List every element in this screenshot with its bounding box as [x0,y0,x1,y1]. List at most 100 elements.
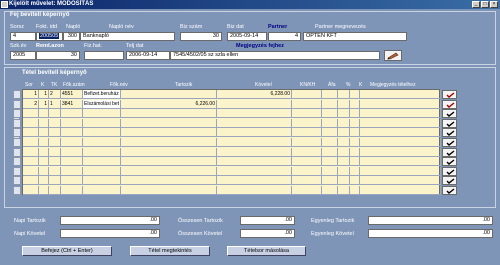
table-cell[interactable] [360,138,441,147]
row-mark-button[interactable] [442,90,457,99]
naplo-field[interactable]: 300 [63,32,80,41]
table-cell[interactable] [360,90,441,99]
table-cell[interactable] [292,147,322,157]
table-cell[interactable] [338,176,350,186]
table-cell[interactable] [121,186,217,195]
table-cell[interactable]: Elszámolási bet [83,99,121,109]
fiz-hat-field[interactable] [84,51,124,60]
row-mark-button[interactable] [442,157,457,167]
table-cell[interactable] [39,186,49,195]
table-cell[interactable] [217,128,292,138]
table-cell[interactable] [61,138,83,147]
table-cell[interactable] [292,157,322,167]
table-cell[interactable] [292,109,322,119]
table-cell[interactable]: 1 [39,90,49,99]
table-cell[interactable] [360,109,441,119]
table-cell[interactable] [121,147,217,157]
table-cell[interactable] [338,138,350,147]
megjegyzes-fejhez-field[interactable]: 7545/4502/05 sz szla ellen [170,51,380,60]
table-cell[interactable] [39,118,49,128]
table-cell[interactable] [292,99,322,109]
table-cell[interactable] [338,186,350,195]
row-selector[interactable] [13,157,21,167]
table-cell[interactable] [338,128,350,138]
table-cell[interactable]: 1 [49,99,61,109]
table-cell[interactable] [49,138,61,147]
table-cell[interactable] [338,147,350,157]
table-cell[interactable] [23,157,39,167]
table-cell[interactable]: 1 [23,90,39,99]
table-cell[interactable] [322,166,338,176]
table-cell[interactable] [360,166,441,176]
biz-szam-field[interactable]: 30 [180,32,222,41]
table-cell[interactable] [292,128,322,138]
table-cell[interactable] [83,176,121,186]
rend-azon-field[interactable]: 30 [36,51,80,60]
row-mark-button[interactable] [442,186,457,195]
table-cell[interactable] [121,128,217,138]
table-cell[interactable] [292,166,322,176]
table-cell[interactable] [217,138,292,147]
table-cell[interactable] [39,109,49,119]
table-cell[interactable] [83,138,121,147]
table-cell[interactable] [39,128,49,138]
table-cell[interactable] [39,147,49,157]
table-row[interactable] [23,166,441,176]
table-cell[interactable] [350,109,360,119]
table-cell[interactable] [360,118,441,128]
table-cell[interactable] [83,128,121,138]
table-cell[interactable] [121,166,217,176]
table-cell[interactable] [338,118,350,128]
table-cell[interactable] [61,118,83,128]
table-row[interactable] [23,128,441,138]
table-cell[interactable] [338,166,350,176]
table-cell[interactable] [350,176,360,186]
table-cell[interactable] [83,157,121,167]
row-selector[interactable] [13,90,21,99]
table-cell[interactable]: 6,228.00 [217,90,292,99]
table-cell[interactable] [49,109,61,119]
table-cell[interactable]: 2 [23,99,39,109]
fokt-idd-field[interactable]: 200505 [36,32,63,41]
table-cell[interactable] [121,90,217,99]
table-cell[interactable] [350,99,360,109]
table-cell[interactable] [322,176,338,186]
table-cell[interactable] [49,186,61,195]
edit-button[interactable] [384,50,402,61]
telj-dat-field[interactable]: 2006-09-14 [126,51,170,60]
table-cell[interactable] [322,138,338,147]
table-cell[interactable] [61,128,83,138]
table-cell[interactable] [350,90,360,99]
table-cell[interactable] [217,176,292,186]
table-row[interactable] [23,157,441,167]
table-row[interactable] [23,176,441,186]
table-row[interactable]: 2 1 1 3841 Elszámolási bet 6,226.00 [23,99,441,109]
szk-ev-field[interactable]: 2005 [10,51,36,60]
table-cell[interactable]: Befizet.beruház [83,90,121,99]
table-cell[interactable] [217,166,292,176]
row-mark-button[interactable] [442,128,457,138]
table-cell[interactable] [217,109,292,119]
table-cell[interactable] [61,157,83,167]
maximize-button[interactable]: □ [481,1,489,8]
close-button[interactable]: × [490,1,498,8]
table-row[interactable]: 1 1 2 4551 Befizet.beruház 6,228.00 [23,90,441,99]
sorsz-field[interactable]: 4 [10,32,36,41]
table-row[interactable] [23,147,441,157]
table-cell[interactable] [350,118,360,128]
row-selector[interactable] [13,99,21,109]
table-cell[interactable] [39,138,49,147]
table-cell[interactable] [292,176,322,186]
table-cell[interactable] [49,166,61,176]
table-cell[interactable] [121,138,217,147]
table-cell[interactable] [83,186,121,195]
row-selector[interactable] [13,138,21,147]
row-selector[interactable] [13,186,21,195]
row-selector[interactable] [13,147,21,157]
table-cell[interactable] [292,186,322,195]
table-cell[interactable] [322,128,338,138]
table-cell[interactable] [322,147,338,157]
table-cell[interactable] [350,147,360,157]
row-selector[interactable] [13,176,21,186]
table-cell[interactable] [350,128,360,138]
